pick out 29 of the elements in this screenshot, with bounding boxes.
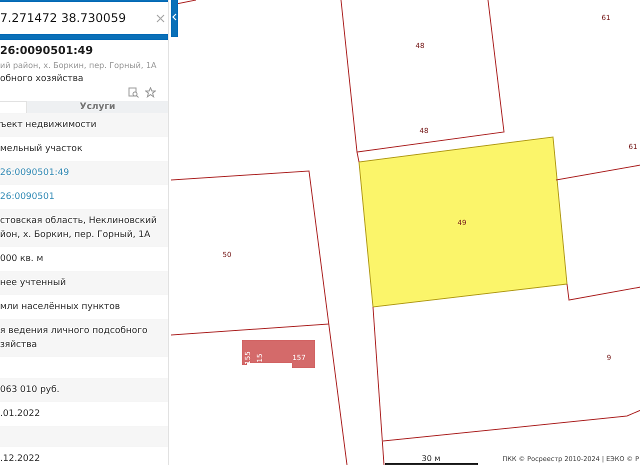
parcel-boundary[interactable] <box>372 306 384 465</box>
property-row: стовская область, Неклиновский йон, х. Боркин, пер. Горный, 1А <box>0 209 168 247</box>
property-row: ъект недвижимости <box>0 113 168 137</box>
chevron-left-icon <box>172 13 177 21</box>
document-search-icon[interactable] <box>128 87 139 98</box>
tab[interactable]: Услуги <box>27 101 168 113</box>
property-row-text: .01.2022 <box>0 408 42 421</box>
parcel-boundary[interactable] <box>170 324 330 336</box>
property-row-text: мельный участок <box>0 143 84 156</box>
parcel-boundary[interactable] <box>556 164 640 180</box>
property-row: 063 010 руб. <box>0 378 168 402</box>
parcel-boundary[interactable] <box>566 284 640 301</box>
search-field[interactable]: 7.271472 38.730059 <box>0 0 168 36</box>
star-icon[interactable] <box>145 87 156 98</box>
object-address: ий район, х. Боркин, пер. Горный, 1А <box>0 61 158 70</box>
property-row-text: .12.2022 <box>0 453 42 465</box>
parcel-boundary[interactable] <box>170 170 348 465</box>
parcel-boundary[interactable] <box>382 410 640 442</box>
object-subtitle: обного хозяйства <box>0 74 84 84</box>
property-row-text: мли населённых пунктов <box>0 301 122 314</box>
property-row-text: 000 кв. м <box>0 253 44 266</box>
object-title: 26:0090501:49 <box>0 44 94 57</box>
property-row: я ведения личного подсобного зяйства <box>0 319 168 357</box>
link[interactable]: 26:0090501 <box>0 192 55 202</box>
property-row: нее учтенный <box>0 271 168 295</box>
scale-label: 30 м <box>422 454 440 463</box>
collapse-panel-button[interactable] <box>171 0 178 37</box>
parcel-boundary[interactable] <box>356 152 360 162</box>
building[interactable] <box>242 340 315 368</box>
